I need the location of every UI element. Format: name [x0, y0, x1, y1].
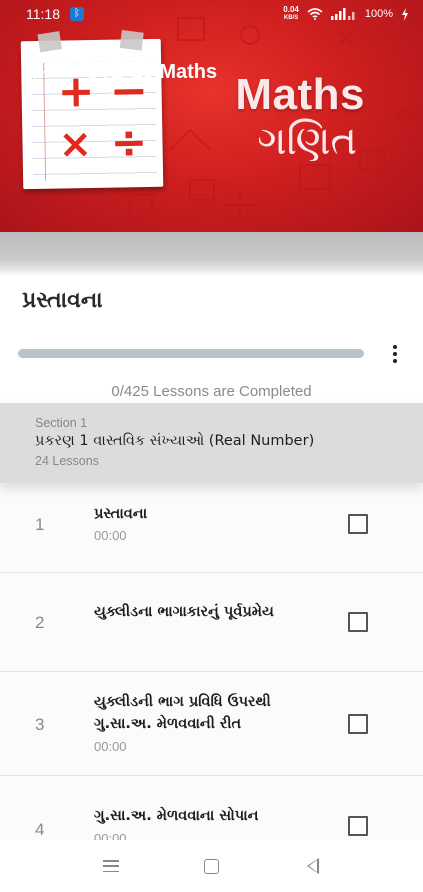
lesson-title: પ્રસ્તાવના: [94, 506, 148, 522]
progress-text: 0/425 Lessons are Completed: [111, 383, 312, 400]
lesson-number: 2: [35, 613, 45, 632]
lesson-checkbox[interactable]: [348, 612, 368, 632]
recent-apps-button[interactable]: [91, 846, 131, 886]
lesson-checkbox[interactable]: [348, 816, 368, 836]
lesson-duration: 00:00: [94, 739, 127, 754]
lesson-number: 1: [35, 515, 45, 534]
lesson-checkbox[interactable]: [348, 514, 368, 534]
app-bar: STD 10 Maths: [0, 52, 423, 92]
battery-icon: [402, 7, 408, 21]
section-label: Section 1: [35, 416, 88, 430]
lesson-list: 1 પ્રસ્તાવના 00:00 2 યુક્લીડના ભાગાકારનુ…: [0, 483, 423, 840]
system-back-button[interactable]: [293, 846, 333, 886]
lesson-title: યુક્લીડની ભાગ પ્રવિધિ ઉપરથી ગુ.સા.અ. મેળ…: [94, 694, 271, 732]
home-icon: [204, 858, 219, 874]
times-symbol: ×: [58, 121, 93, 168]
lesson-row[interactable]: 4 ગુ.સા.અ. મેળવવાના સોપાન 00:00: [0, 776, 423, 840]
back-button[interactable]: [22, 52, 50, 92]
page-title: પ્રસ્તાવના: [22, 288, 103, 313]
divide-symbol: ÷: [110, 117, 148, 169]
more-options-button[interactable]: [384, 340, 406, 368]
wifi-icon: [307, 8, 323, 20]
lesson-row[interactable]: 3 યુક્લીડની ભાગ પ્રવિધિ ઉપરથી ગુ.સા.અ. મ…: [0, 672, 423, 776]
lesson-number: 3: [35, 715, 45, 734]
section-title: પ્રકરણ 1 વાસ્તવિક સંખ્યાઓ (Real Number): [35, 433, 315, 449]
lesson-number: 4: [35, 820, 45, 839]
course-progress-bar: [18, 349, 364, 358]
hero-banner: + − × ÷ Maths ગણિત 11:18 ᛒ 0.04 KB/S 100…: [0, 0, 423, 232]
signal-icon: [330, 8, 355, 20]
lesson-title: ગુ.સા.અ. મેળવવાના સોપાન: [94, 808, 259, 824]
banner-title-gujarati: ગણિત: [257, 118, 357, 164]
system-nav-bar: [0, 840, 423, 892]
lesson-row[interactable]: 1 પ્રસ્તાવના 00:00: [0, 483, 423, 573]
status-bar: 11:18 ᛒ 0.04 KB/S 100%: [0, 0, 423, 28]
section-header[interactable]: Section 1 પ્રકરણ 1 વાસ્તવિક સંખ્યાઓ (Rea…: [0, 403, 423, 483]
network-speed: 0.04 KB/S: [283, 5, 299, 22]
section-lesson-count: 24 Lessons: [35, 454, 99, 468]
bluetooth-icon: ᛒ: [70, 7, 84, 21]
more-vert-icon: [393, 345, 397, 349]
status-time: 11:18: [26, 6, 60, 22]
app-title: STD 10 Maths: [86, 60, 218, 83]
banner-shadow: [0, 232, 423, 276]
lesson-title: યુક્લીડના ભાગાકારનું પૂર્વપ્રમેય: [94, 604, 274, 620]
back-arrow-icon: [27, 64, 45, 80]
lesson-duration: 00:00: [94, 831, 127, 840]
lesson-checkbox[interactable]: [348, 714, 368, 734]
home-button[interactable]: [192, 846, 232, 886]
menu-icon: [102, 860, 119, 872]
lesson-row[interactable]: 2 યુક્લીડના ભાગાકારનું પૂર્વપ્રમેય: [0, 573, 423, 672]
battery-percent: 100%: [364, 8, 393, 20]
lesson-duration: 00:00: [94, 528, 127, 543]
back-icon: [306, 858, 319, 874]
